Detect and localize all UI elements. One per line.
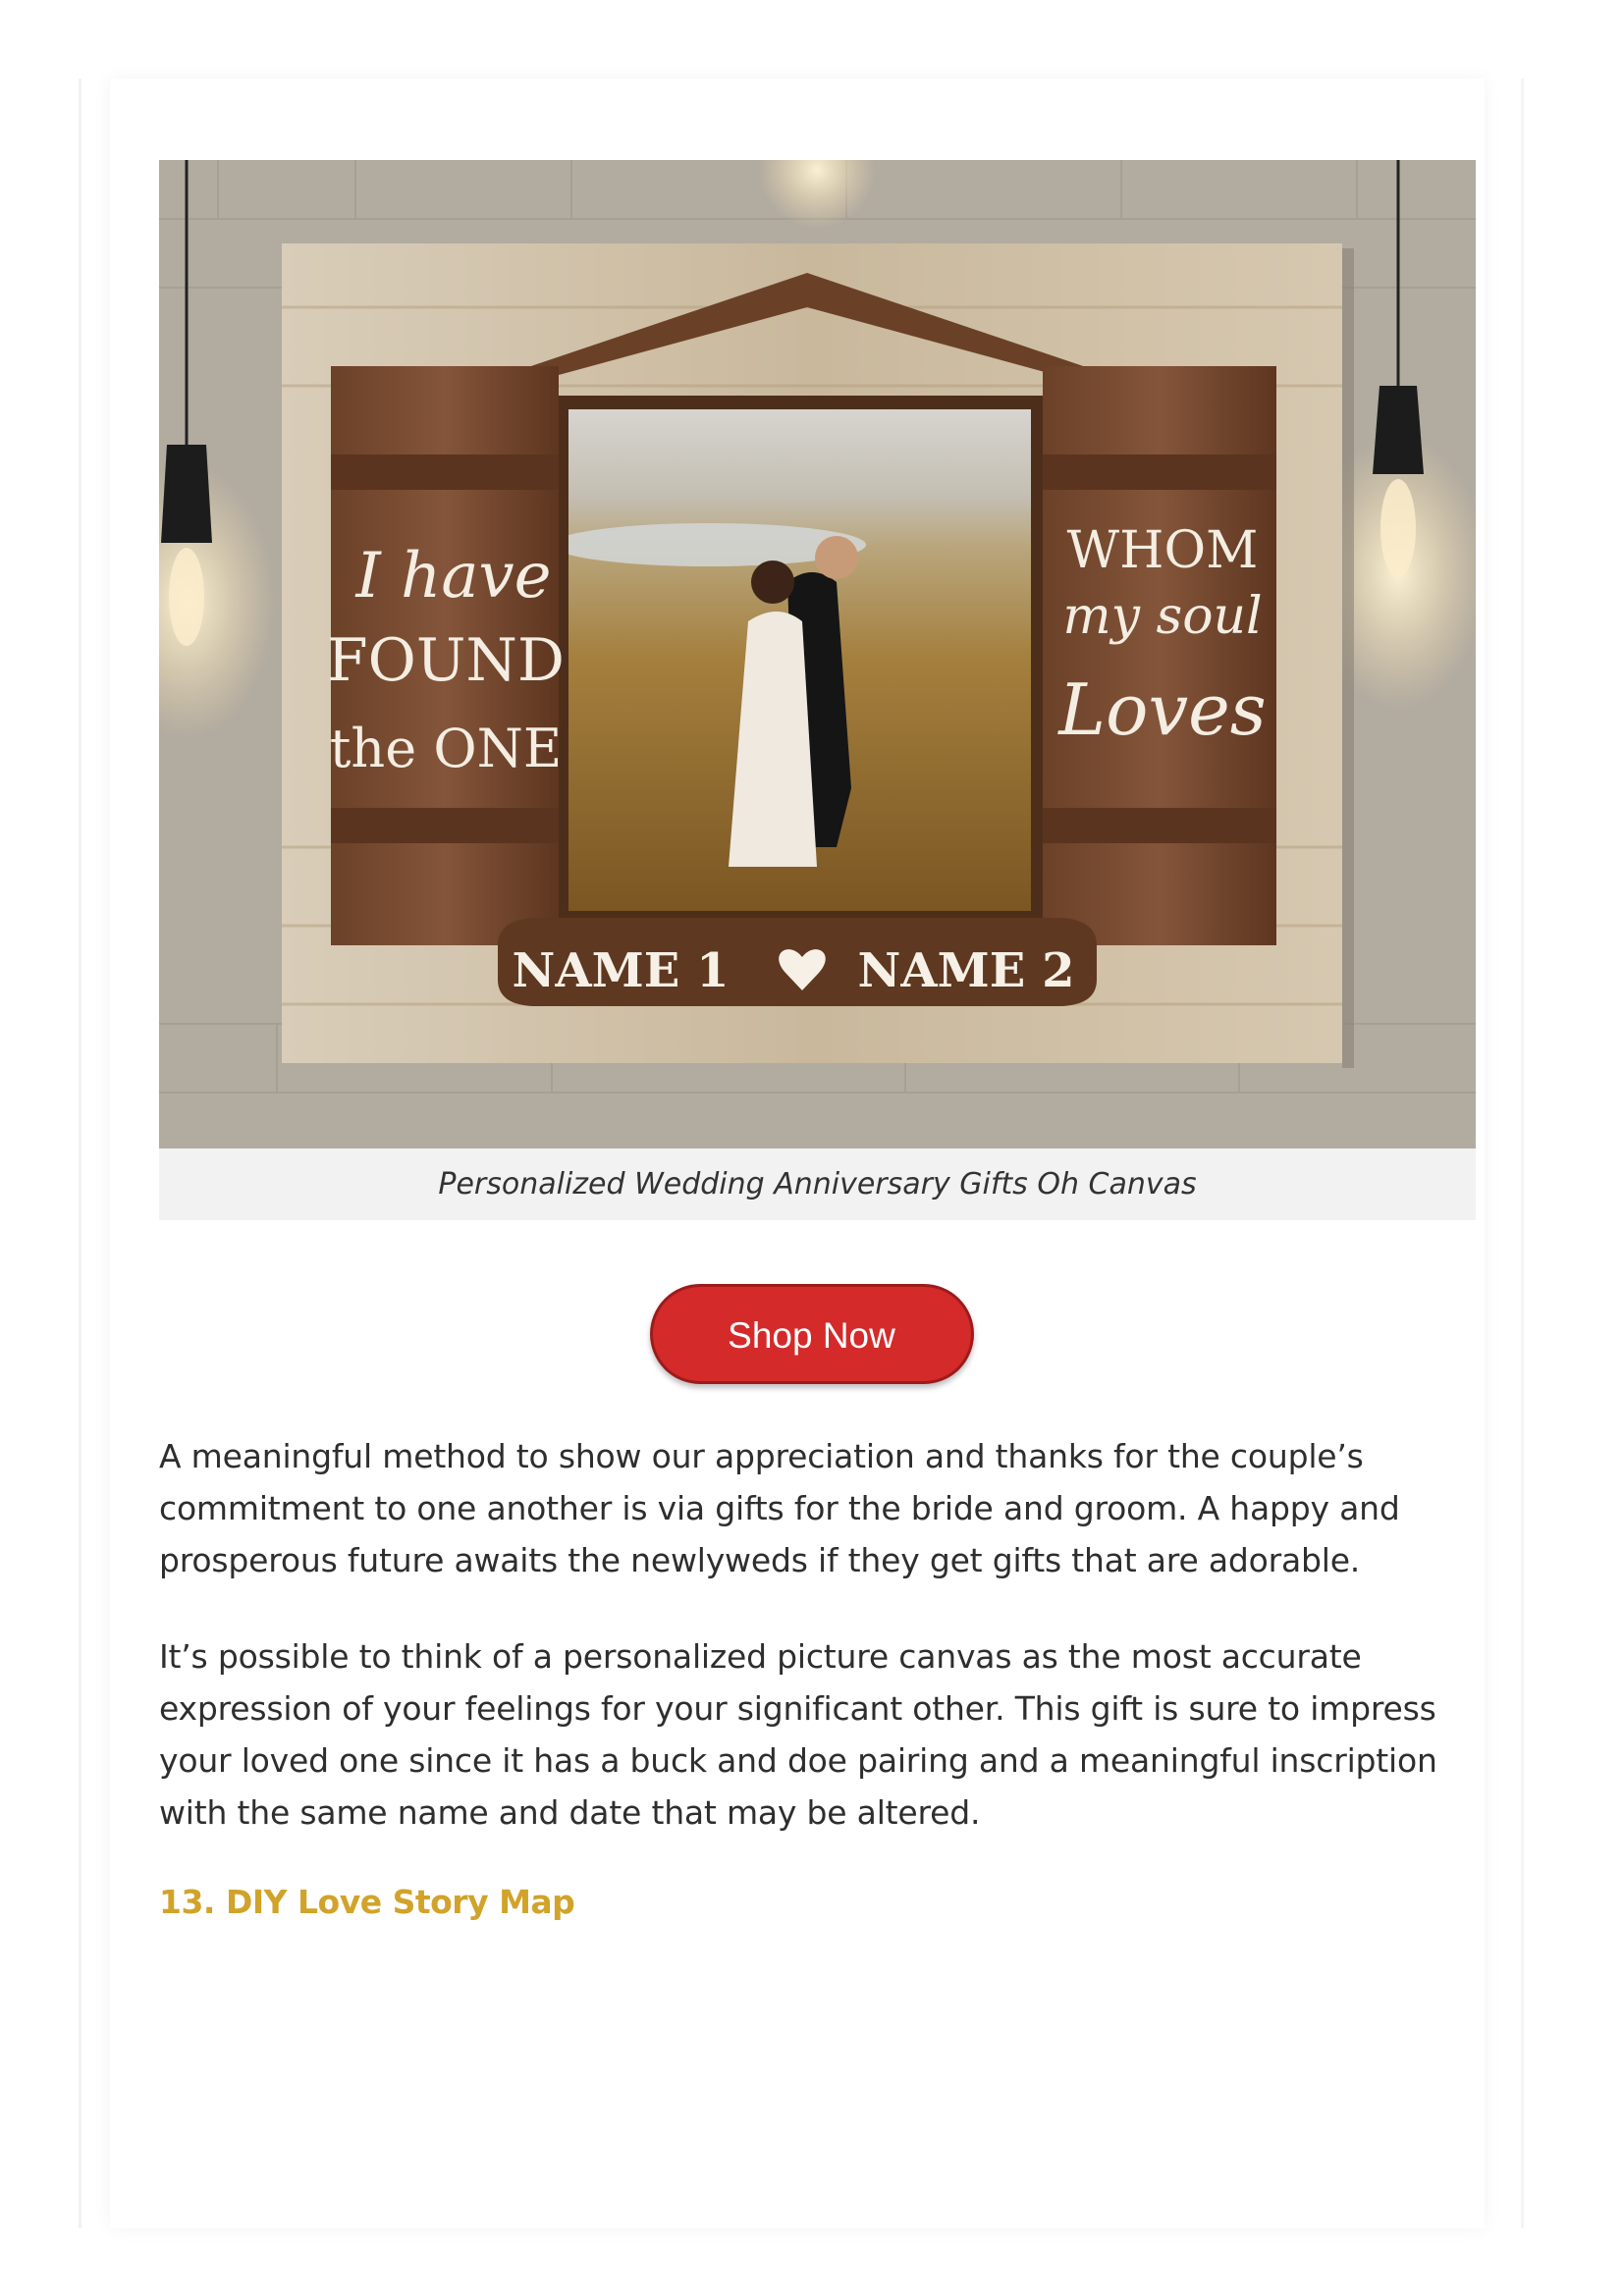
name-2-text: NAME 2 [858,943,1075,998]
right-text-line-2: my soul [1062,587,1262,646]
section-heading[interactable]: 13. DIY Love Story Map [159,1883,575,1921]
right-text-line-1: WHOM [1067,521,1259,580]
left-text-line-1: I have [354,540,551,613]
right-text-line-3: Loves [1056,668,1266,751]
shop-now-button[interactable]: Shop Now [649,1284,974,1384]
article-paragraph: A meaningful method to show our apprecia… [159,1437,1400,1579]
cta-wrapper: Shop Now [0,1284,1623,1384]
left-text-line-2: FOUND [327,626,565,695]
name-1-text: NAME 1 [513,943,730,998]
product-image[interactable]: I have FOUND the ONE WHOM my soul Loves … [159,160,1476,1148]
left-text-line-3: the ONE [330,718,563,779]
product-figure: I have FOUND the ONE WHOM my soul Loves … [159,160,1476,1220]
canvas-mockup-illustration: I have FOUND the ONE WHOM my soul Loves … [159,160,1476,1148]
image-caption: Personalized Wedding Anniversary Gifts O… [159,1148,1476,1220]
article-paragraph: It’s possible to think of a personalized… [159,1637,1437,1832]
